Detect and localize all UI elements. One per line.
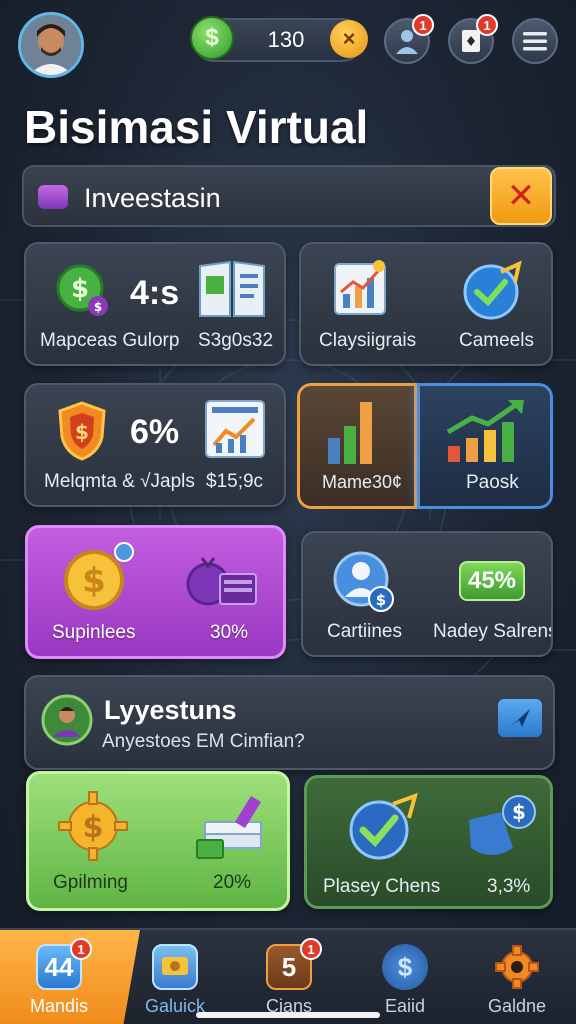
investment-card-8[interactable]: $ Gpilming 20% — [26, 771, 290, 911]
nav-dollar-gear-icon: $ — [382, 944, 428, 990]
card-value: 4:s — [130, 274, 180, 312]
investment-card-2[interactable]: Claysiigrais Cameels — [299, 242, 553, 366]
card-label-left: Gpilming — [53, 872, 128, 893]
cards-notification-badge: 1 — [476, 14, 498, 36]
player-avatar[interactable] — [18, 12, 84, 78]
svg-text:$: $ — [75, 420, 89, 444]
nav-monitor-icon — [152, 944, 198, 990]
nav-item-mandis[interactable]: 44 1 Mandis — [4, 930, 114, 1024]
hamburger-menu-icon — [523, 32, 547, 51]
svg-text:$: $ — [71, 274, 89, 304]
nav-item-galdne[interactable]: Galdne — [462, 930, 572, 1024]
purple-bag-icon — [186, 557, 257, 606]
nav-icon-number: 44 — [44, 951, 74, 982]
card-label-left: Plasey Chens — [323, 876, 441, 897]
paper-plane-icon — [510, 709, 530, 727]
profile-button[interactable]: 1 — [384, 14, 434, 64]
card-value-badge: 45% — [459, 561, 525, 601]
card-label-right: 3,3% — [487, 876, 531, 897]
card-label-right: $15;9c — [206, 471, 264, 492]
bar-chart-icon — [328, 402, 372, 464]
card-label-left: Melqmta & √Japls — [44, 471, 195, 492]
growth-bars-icon — [446, 399, 524, 462]
card-value: 6% — [130, 413, 180, 451]
nav-item-eaiid[interactable]: $ Eaiid — [350, 930, 460, 1024]
card-4-left-panel[interactable]: Mame30¢ — [297, 383, 417, 509]
send-button[interactable] — [498, 699, 542, 737]
dollar-coin-icon: $ $ — [56, 264, 108, 316]
line-chart-board-icon — [205, 400, 265, 458]
face-icon — [162, 957, 188, 975]
card-label-left: Cartiines — [327, 621, 402, 642]
nav-item-label: Galdne — [487, 996, 547, 1016]
card-label-right: 30% — [210, 622, 249, 643]
card-label-right: 20% — [213, 872, 252, 893]
investment-header-label: Inveestasin — [84, 183, 221, 213]
dollar-coin-icon: $ — [190, 16, 234, 60]
investment-header-bar: Inveestasin ✕ — [22, 165, 556, 227]
investment-card-6[interactable]: $ 45% Cartiines Nadey Salrens — [301, 531, 553, 657]
card-label-left: Supinlees — [52, 622, 136, 643]
checkmark-circle-icon — [463, 260, 522, 320]
advisor-icon: $ — [333, 551, 394, 612]
svg-text:$: $ — [512, 800, 526, 824]
nav-item-galuick[interactable]: Galuick — [120, 930, 230, 1024]
cards-button[interactable]: 1 — [448, 14, 498, 64]
nav-badge: 1 — [70, 938, 92, 960]
home-indicator[interactable] — [196, 1012, 380, 1018]
profile-notification-badge: 1 — [412, 14, 434, 36]
close-button[interactable]: ✕ — [490, 167, 552, 225]
investment-card-5[interactable]: $ Supinlees 30% — [25, 525, 286, 659]
open-book-icon — [199, 260, 265, 317]
check-badge-icon — [349, 792, 418, 860]
nav-icon-number: 5 — [281, 951, 297, 982]
coin-count: 130 — [267, 27, 305, 52]
gear-icon — [495, 945, 539, 989]
investment-card-1[interactable]: $ $ 4:s Mapceas Gulorp S3g0s32 — [24, 242, 286, 366]
top-bar: $ 130 × 1 1 — [0, 10, 576, 80]
blue-money-bag-icon: $ — [469, 795, 536, 855]
bottom-navigation: 44 1 Mandis Galuick 5 1 Cians $ Eaiid Ga… — [0, 928, 576, 1024]
card-label-right: Paosk — [466, 472, 519, 493]
card-label-left: Mapceas Gulorp — [40, 330, 180, 351]
card-label-left: Claysiigrais — [319, 330, 417, 351]
nav-settings-icon — [494, 944, 540, 990]
investment-card-9[interactable]: $ Plasey Chens 3,3% — [304, 775, 553, 909]
card-4-right-panel[interactable]: Paosk — [417, 383, 553, 509]
investment-card-3[interactable]: $ 6% Melqmta & √Japls $15;9c — [24, 383, 286, 507]
shield-icon: $ — [58, 401, 106, 461]
svg-text:$: $ — [82, 561, 106, 601]
investor-avatar-icon — [41, 694, 93, 746]
investor-question-banner[interactable]: Lyyestuns Anyestoes EM Cimfian? — [24, 675, 555, 770]
nav-item-cians[interactable]: 5 1 Cians — [234, 930, 344, 1024]
gear-coin-icon: $ — [58, 791, 128, 861]
nav-badge: 1 — [300, 938, 322, 960]
chart-report-icon — [334, 260, 386, 315]
svg-text:$: $ — [376, 591, 386, 609]
card-label-right: Cameels — [459, 330, 534, 351]
svg-text:$: $ — [83, 810, 104, 845]
svg-text:$: $ — [94, 300, 102, 314]
nav-icon-symbol: $ — [397, 951, 413, 982]
cash-stack-icon — [196, 796, 262, 859]
add-coins-button[interactable]: × — [330, 20, 368, 58]
card-label-left: Mame30¢ — [322, 472, 403, 492]
investment-card-4[interactable]: Mame30¢ Paosk — [297, 383, 553, 509]
avatar-portrait-icon — [21, 15, 81, 75]
card-label-right: S3g0s32 — [198, 330, 274, 351]
banner-title: Lyyestuns — [104, 695, 237, 725]
wallet-icon — [38, 185, 68, 209]
banner-subtitle: Anyestoes EM Cimfian? — [102, 731, 305, 752]
gold-coin-icon: $ — [64, 542, 134, 610]
page-title: Bisimasi Virtual — [24, 101, 369, 153]
card-label-right: Nadey Salrens — [433, 621, 553, 642]
menu-button[interactable] — [512, 18, 558, 64]
nav-item-label: Mandis — [29, 996, 89, 1016]
